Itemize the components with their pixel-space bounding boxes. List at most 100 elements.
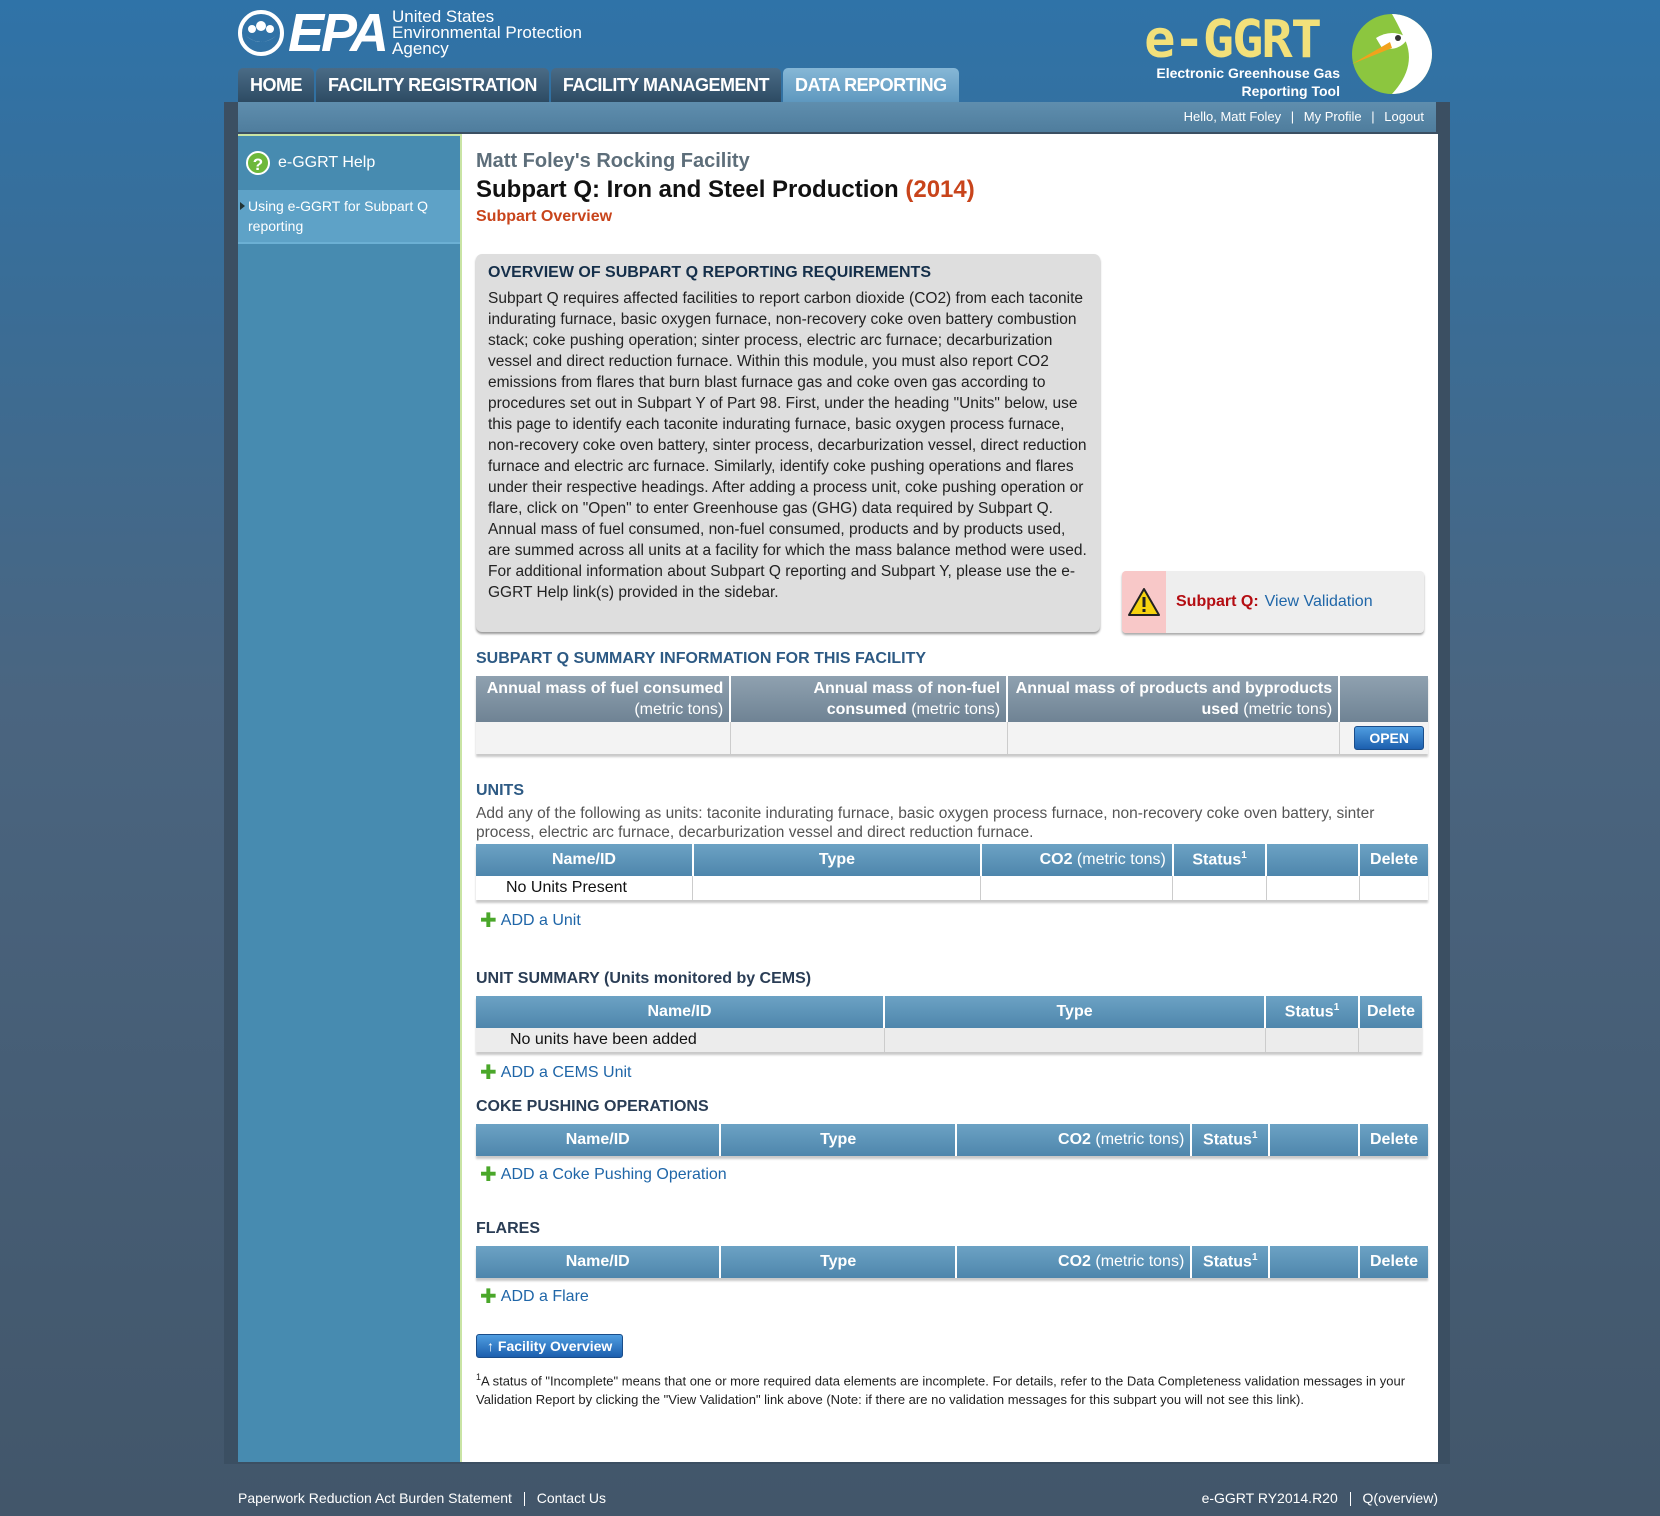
add-coke-pushing-label: ADD a Coke Pushing Operation bbox=[500, 1166, 727, 1183]
overview-title: OVERVIEW OF SUBPART Q REPORTING REQUIREM… bbox=[488, 264, 931, 281]
table-cell bbox=[980, 876, 1174, 900]
status-label: Status bbox=[1203, 1253, 1252, 1271]
arrow-up-icon: ↑ bbox=[487, 1338, 494, 1354]
units-section-title: UNITS bbox=[476, 782, 524, 799]
status-footnote-mark: 1 bbox=[1251, 1252, 1258, 1264]
facility-overview-label: Facility Overview bbox=[497, 1338, 613, 1354]
user-links: Hello, Matt Foley | My Profile | Logout bbox=[1184, 109, 1424, 124]
co2-unit: (metric tons) bbox=[1076, 851, 1166, 868]
units-col-action bbox=[1266, 844, 1361, 876]
flares-col-status: Status1 bbox=[1191, 1246, 1271, 1278]
summary-col-products: Annual mass of products and byproducts u… bbox=[1007, 676, 1341, 722]
sidebar: ? e-GGRT Help Using e-GGRT for Subpart Q… bbox=[238, 134, 462, 1462]
eggrt-title: e-GGRT bbox=[1144, 10, 1322, 70]
table-row: No units have been added bbox=[476, 1028, 1422, 1052]
help-question-icon: ? bbox=[246, 151, 270, 175]
epa-wordmark: EPA bbox=[288, 3, 389, 63]
units-col-name: Name/ID bbox=[476, 844, 694, 876]
validation-label: Subpart Q: bbox=[1176, 593, 1259, 610]
unit-summary-col-status: Status1 bbox=[1265, 996, 1360, 1028]
summary-section-title: SUBPART Q SUMMARY INFORMATION FOR THIS F… bbox=[476, 650, 927, 667]
units-col-co2: CO2 (metric tons) bbox=[980, 844, 1174, 876]
col-nonfuel-bold-b: consumed bbox=[826, 701, 907, 718]
coke-header-row: Name/ID Type CO2 (metric tons) Status1 D… bbox=[476, 1124, 1428, 1156]
flares-table: Name/ID Type CO2 (metric tons) Status1 D… bbox=[476, 1246, 1428, 1278]
user-greeting: Hello, Matt Foley bbox=[1183, 109, 1282, 124]
validation-box: Subpart Q: View Validation bbox=[1122, 571, 1424, 633]
contact-us-link[interactable]: Contact Us bbox=[537, 1490, 606, 1506]
summary-header-row: Annual mass of fuel consumed (metric ton… bbox=[476, 676, 1428, 722]
coke-table: Name/ID Type CO2 (metric tons) Status1 D… bbox=[476, 1124, 1428, 1156]
plus-icon: ✚ bbox=[480, 1164, 497, 1186]
summary-fuel-value bbox=[476, 722, 731, 754]
page-title: Subpart Q: Iron and Steel Production (20… bbox=[476, 176, 975, 204]
eggrt-subtitle: Electronic Greenhouse Gas Reporting Tool bbox=[1156, 64, 1340, 100]
col-nonfuel-unit: (metric tons) bbox=[911, 701, 1001, 718]
logout-link[interactable]: Logout bbox=[1384, 109, 1424, 124]
col-fuel-unit: (metric tons) bbox=[634, 701, 724, 718]
col-nonfuel-bold-a: Annual mass of non-fuel bbox=[813, 680, 1001, 697]
summary-row: OPEN bbox=[476, 722, 1428, 754]
col-products-bold-a: Annual mass of products and byproducts bbox=[1015, 680, 1333, 697]
co2-label: CO2 bbox=[1058, 1131, 1091, 1148]
status-label: Status bbox=[1203, 1131, 1252, 1149]
table-cell bbox=[1358, 1028, 1422, 1052]
tab-facility-registration[interactable]: FACILITY REGISTRATION bbox=[316, 68, 549, 102]
summary-action-cell: OPEN bbox=[1339, 722, 1428, 754]
add-cems-unit-label: ADD a CEMS Unit bbox=[500, 1064, 632, 1081]
add-coke-pushing-link[interactable]: ✚ ADD a Coke Pushing Operation bbox=[480, 1164, 727, 1186]
flares-col-co2: CO2 (metric tons) bbox=[955, 1246, 1193, 1278]
coke-col-type: Type bbox=[720, 1124, 957, 1156]
flares-col-type: Type bbox=[720, 1246, 957, 1278]
units-table: Name/ID Type CO2 (metric tons) Status1 D… bbox=[476, 844, 1428, 900]
eggrt-logo[interactable]: e-GGRT Electronic Greenhouse Gas Reporti… bbox=[1138, 8, 1438, 100]
table-row: No Units Present bbox=[476, 876, 1428, 900]
flares-section-title: FLARES bbox=[476, 1220, 540, 1237]
col-products-unit: (metric tons) bbox=[1243, 701, 1333, 718]
flares-header-row: Name/ID Type CO2 (metric tons) Status1 D… bbox=[476, 1246, 1428, 1278]
paperwork-link[interactable]: Paperwork Reduction Act Burden Statement bbox=[238, 1490, 512, 1506]
epa-logo[interactable]: EPA United States Environmental Protecti… bbox=[238, 6, 582, 60]
status-footnote: 1A status of "Incomplete" means that one… bbox=[476, 1368, 1416, 1409]
page-id-label: Q(overview) bbox=[1362, 1490, 1438, 1506]
coke-section-title: COKE PUSHING OPERATIONS bbox=[476, 1098, 709, 1115]
separator bbox=[523, 1492, 525, 1507]
add-unit-link[interactable]: ✚ ADD a Unit bbox=[480, 910, 581, 932]
plus-icon: ✚ bbox=[480, 910, 497, 932]
status-footnote-mark: 1 bbox=[1241, 850, 1247, 862]
flares-col-name: Name/ID bbox=[476, 1246, 722, 1278]
add-unit-label: ADD a Unit bbox=[500, 912, 581, 929]
units-col-type: Type bbox=[692, 844, 982, 876]
facility-overview-button[interactable]: ↑ Facility Overview bbox=[476, 1334, 624, 1358]
reporting-year: (2014) bbox=[905, 176, 975, 203]
table-cell bbox=[692, 876, 982, 900]
tab-facility-management[interactable]: FACILITY MANAGEMENT bbox=[550, 68, 782, 102]
plus-icon: ✚ bbox=[480, 1286, 497, 1308]
status-label: Status bbox=[1192, 851, 1242, 869]
summary-col-action bbox=[1339, 676, 1428, 722]
my-profile-link[interactable]: My Profile bbox=[1304, 109, 1362, 124]
tab-home[interactable]: HOME bbox=[238, 68, 314, 102]
units-col-status: Status1 bbox=[1172, 844, 1268, 876]
view-validation-link[interactable]: View Validation bbox=[1265, 593, 1373, 611]
sidebar-item-subpart-q-help[interactable]: Using e-GGRT for Subpart Q reporting bbox=[238, 190, 460, 244]
flares-col-delete: Delete bbox=[1359, 1246, 1428, 1278]
summary-nonfuel-value bbox=[730, 722, 1008, 754]
warning-cell bbox=[1122, 571, 1166, 633]
unit-summary-section-title: UNIT SUMMARY (Units monitored by CEMS) bbox=[476, 970, 812, 987]
epa-agency-name: United States Environmental Protection A… bbox=[392, 8, 582, 58]
tab-data-reporting[interactable]: DATA REPORTING bbox=[783, 68, 959, 102]
units-header-row: Name/ID Type CO2 (metric tons) Status1 D… bbox=[476, 844, 1428, 876]
open-summary-button[interactable]: OPEN bbox=[1354, 726, 1424, 750]
coke-col-status: Status1 bbox=[1191, 1124, 1271, 1156]
table-cell bbox=[1359, 876, 1428, 900]
add-flare-link[interactable]: ✚ ADD a Flare bbox=[480, 1286, 589, 1308]
agency-line-3: Agency bbox=[392, 39, 449, 58]
status-label: Status bbox=[1284, 1003, 1334, 1021]
separator: | bbox=[1371, 109, 1375, 124]
table-cell bbox=[1172, 876, 1267, 900]
add-flare-label: ADD a Flare bbox=[500, 1288, 589, 1305]
add-cems-unit-link[interactable]: ✚ ADD a CEMS Unit bbox=[480, 1063, 632, 1083]
sidebar-help-header[interactable]: ? e-GGRT Help bbox=[238, 134, 460, 190]
summary-products-value bbox=[1007, 722, 1340, 754]
